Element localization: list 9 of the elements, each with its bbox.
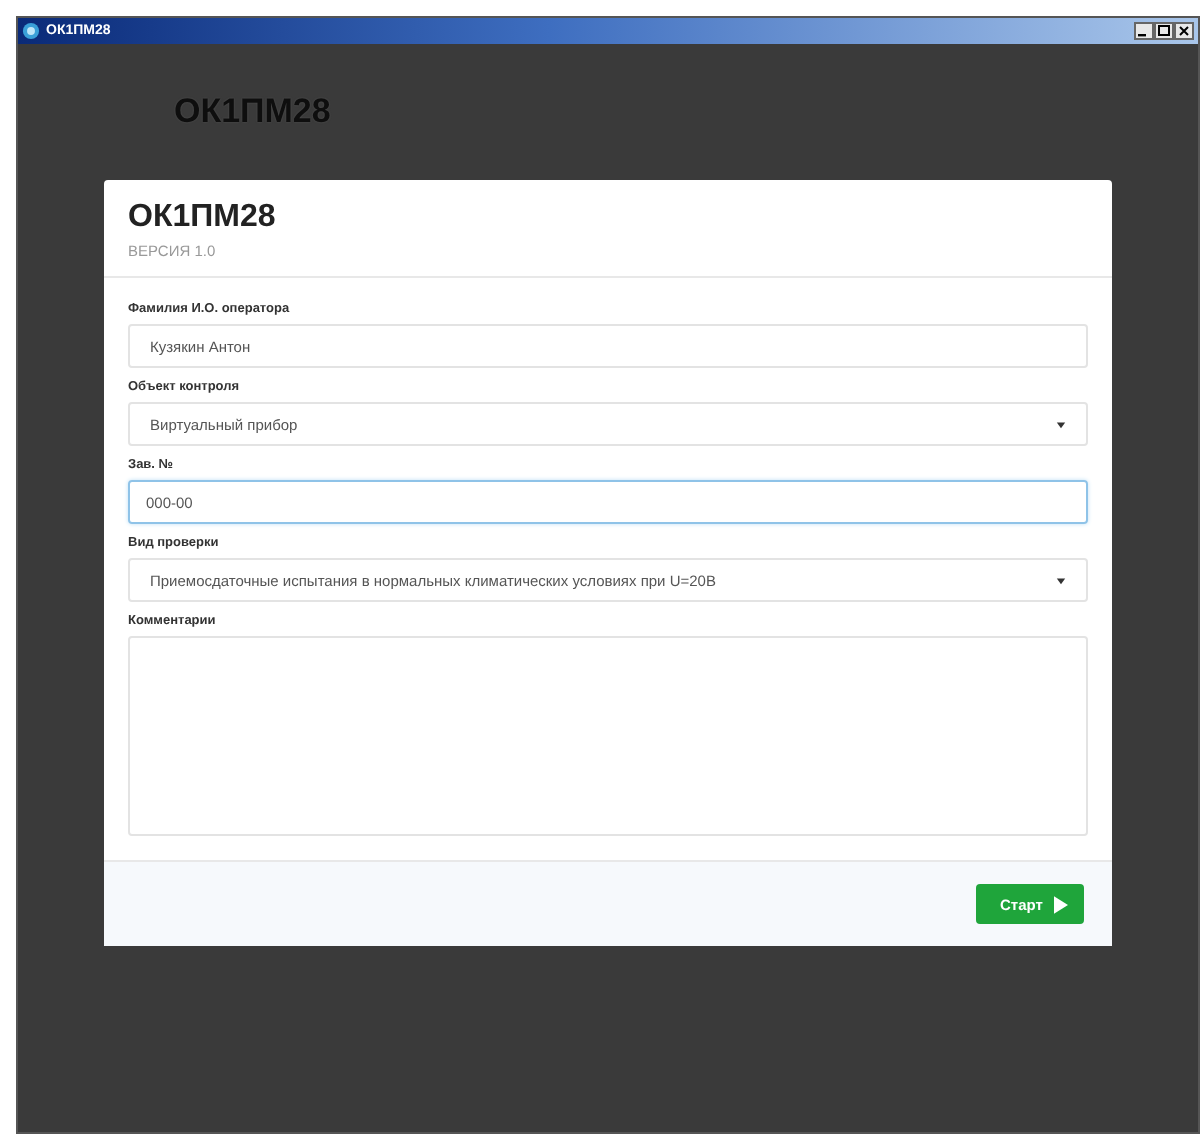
comment-field[interactable] — [128, 636, 1088, 836]
dialog-title: ОК1ПМ28 — [128, 200, 278, 236]
globe-icon — [22, 22, 40, 40]
maximize-icon[interactable] — [1154, 22, 1174, 40]
close-icon[interactable] — [1174, 22, 1194, 40]
play-icon — [1054, 895, 1068, 913]
caret-icon — [1056, 575, 1066, 585]
minimize-icon[interactable] — [1134, 22, 1154, 40]
caret-icon — [1056, 419, 1066, 429]
